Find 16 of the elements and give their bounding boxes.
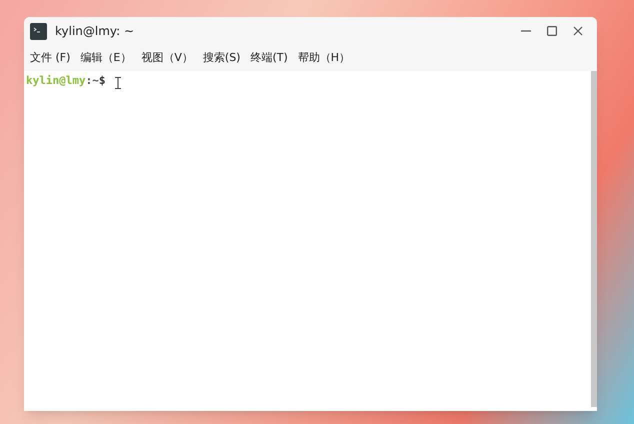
maximize-icon (547, 26, 557, 36)
menu-item[interactable]: 编辑（E） (80, 50, 132, 66)
minimize-icon (521, 30, 531, 32)
text-cursor-icon (115, 76, 122, 89)
prompt-symbol: $ (98, 73, 106, 89)
menu-item[interactable]: 搜索(S) (202, 50, 240, 66)
prompt-path: :~ (86, 73, 99, 89)
menu-item[interactable]: 文件 (F) (30, 50, 70, 66)
scrollbar[interactable] (591, 71, 597, 407)
menu-item[interactable]: 视图（V） (141, 50, 193, 66)
close-icon (573, 26, 583, 36)
prompt-user: kylin@lmy (26, 73, 86, 89)
terminal-icon (30, 22, 47, 40)
menu-item[interactable]: 终端(T) (250, 50, 288, 66)
menu-item[interactable]: 帮助（H） (298, 50, 350, 66)
window-title: kylin@lmy: ~ (55, 23, 134, 40)
